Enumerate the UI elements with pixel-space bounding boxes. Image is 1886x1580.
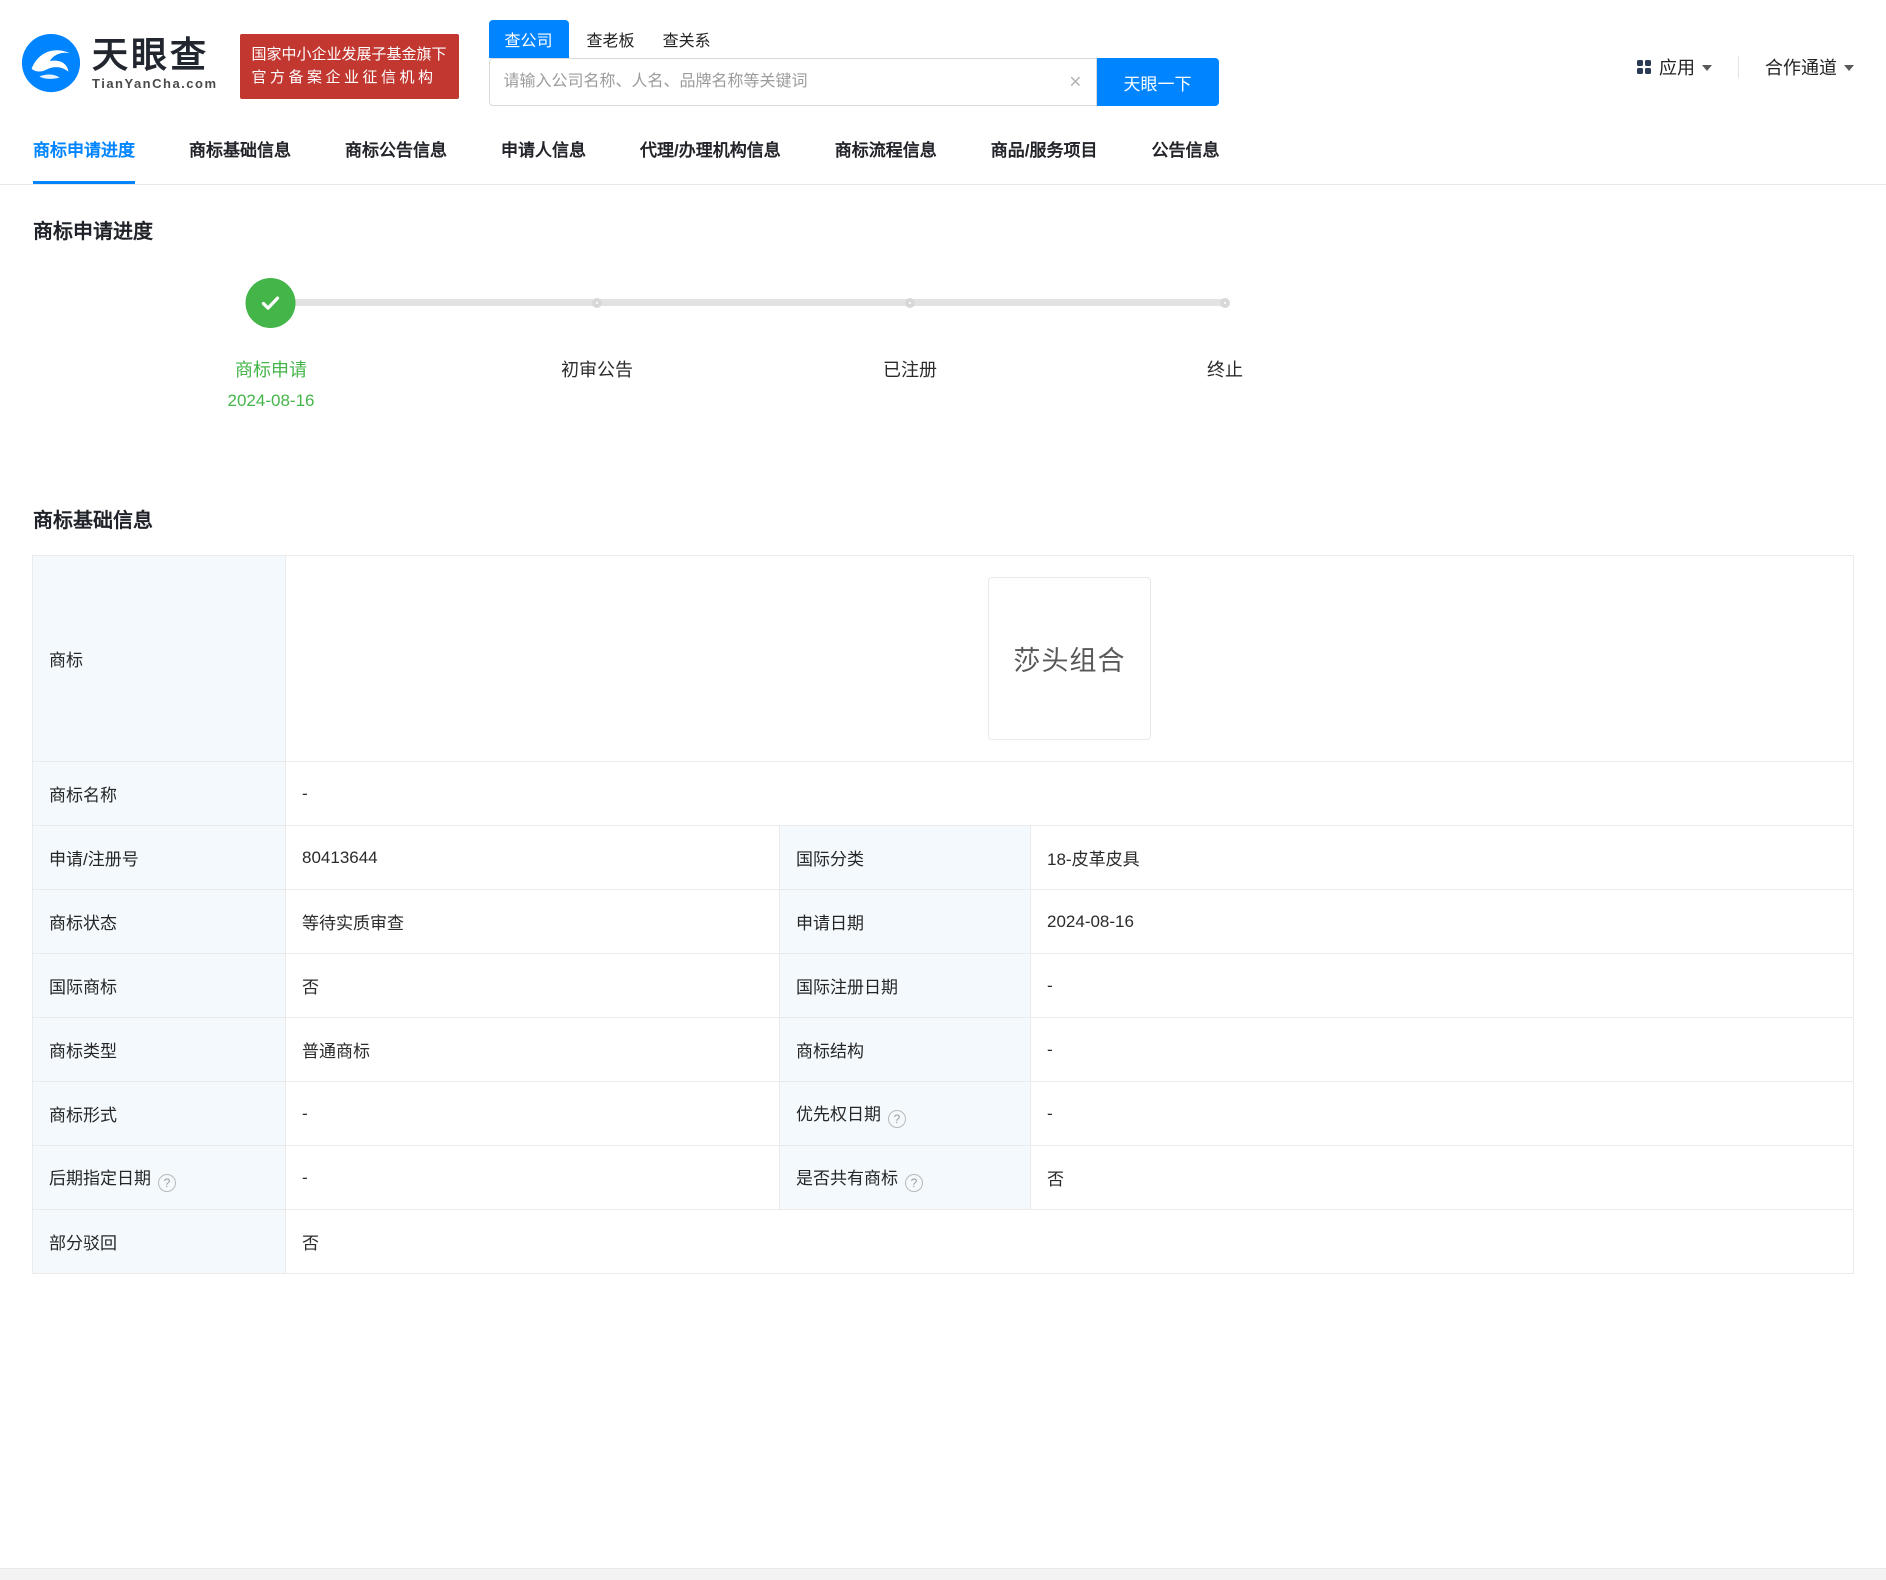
row-value: 80413644 <box>285 825 780 890</box>
row-label: 申请/注册号 <box>32 825 286 890</box>
row-value: 普通商标 <box>285 1017 780 1082</box>
row-value: - <box>285 761 1854 826</box>
tab-process-info[interactable]: 商标流程信息 <box>835 120 937 184</box>
row-label: 国际商标 <box>32 953 286 1018</box>
search-tabs: 查公司 查老板 查关系 <box>488 20 1219 58</box>
pending-circle-icon <box>1220 298 1230 308</box>
trademark-image: 莎头组合 <box>988 577 1151 740</box>
row-label: 国际注册日期 <box>779 953 1031 1018</box>
tab-agency-info[interactable]: 代理/办理机构信息 <box>640 120 781 184</box>
table-row: 申请/注册号 80413644 国际分类 18-皮革皮具 <box>32 825 1854 890</box>
step-label: 商标申请 <box>235 360 307 380</box>
row-value: - <box>285 1081 780 1146</box>
table-row: 商标类型 普通商标 商标结构 - <box>32 1017 1854 1082</box>
help-icon[interactable]: ? <box>905 1173 923 1192</box>
row-label: 商标结构 <box>779 1017 1031 1082</box>
search-tab-company[interactable]: 查公司 <box>488 20 569 58</box>
step-date: 2024-08-16 <box>227 391 315 410</box>
row-value: 18-皮革皮具 <box>1030 825 1854 890</box>
table-row: 商标状态 等待实质审查 申请日期 2024-08-16 <box>32 889 1854 954</box>
row-value: 2024-08-16 <box>1030 889 1854 954</box>
header: 天眼查 TianYanCha.com 国家中小企业发展子基金旗下 官方备案企业征… <box>0 0 1886 120</box>
row-value: - <box>285 1145 780 1210</box>
tab-announcement-info[interactable]: 商标公告信息 <box>345 120 447 184</box>
row-value: - <box>1030 1081 1854 1146</box>
table-row: 部分驳回 否 <box>32 1209 1854 1274</box>
badge-line1: 国家中小企业发展子基金旗下 <box>251 46 447 63</box>
progress-section-title: 商标申请进度 <box>33 221 153 243</box>
row-label: 部分驳回 <box>32 1209 286 1274</box>
row-label: 国际分类 <box>779 825 1031 890</box>
table-row: 商标名称 - <box>32 761 1854 826</box>
step-terminated: 终止 <box>1207 278 1243 382</box>
row-label: 商标名称 <box>32 761 286 826</box>
step-label: 已注册 <box>883 360 937 380</box>
row-label: 商标 <box>32 555 286 762</box>
apps-menu-label: 应用 <box>1659 58 1695 78</box>
cooperation-menu-label: 合作通道 <box>1765 58 1837 78</box>
trademark-image-cell: 莎头组合 <box>285 555 1854 762</box>
help-icon[interactable]: ? <box>888 1109 906 1128</box>
help-icon[interactable]: ? <box>158 1173 176 1192</box>
tianyancha-logo[interactable]: 天眼查 TianYanCha.com <box>20 32 218 94</box>
search-input[interactable] <box>489 59 1096 105</box>
row-value: - <box>1030 953 1854 1018</box>
main-content: 商标申请进度 商标申请 2024-08-16 初审公告 已注册 终止 商标基础信… <box>0 215 1886 1274</box>
chevron-down-icon <box>1844 65 1854 71</box>
basic-info-section-title: 商标基础信息 <box>33 510 153 532</box>
search-area: 查公司 查老板 查关系 × 天眼一下 <box>488 20 1219 106</box>
search-input-box: × <box>488 58 1097 106</box>
table-row: 国际商标 否 国际注册日期 - <box>32 953 1854 1018</box>
tab-goods-services[interactable]: 商品/服务项目 <box>991 120 1098 184</box>
row-label: 优先权日期? <box>779 1081 1031 1146</box>
section-nav: 商标申请进度 商标基础信息 商标公告信息 申请人信息 代理/办理机构信息 商标流… <box>0 120 1886 185</box>
tab-notice-info[interactable]: 公告信息 <box>1151 120 1219 184</box>
row-value: 否 <box>1030 1145 1854 1210</box>
step-registered: 已注册 <box>883 278 937 382</box>
row-value: 否 <box>285 1209 1854 1274</box>
check-circle-icon <box>246 278 296 328</box>
progress-stepper: 商标申请 2024-08-16 初审公告 已注册 终止 <box>0 278 1886 418</box>
logo-title: 天眼查 <box>92 33 210 75</box>
logo-domain: TianYanCha.com <box>92 76 218 92</box>
table-row: 商标 莎头组合 <box>32 555 1854 762</box>
badge-line2: 官方备案企业征信机构 <box>251 69 437 87</box>
pending-circle-icon <box>592 298 602 308</box>
search-tab-boss[interactable]: 查老板 <box>587 20 635 58</box>
header-divider <box>1738 56 1739 78</box>
page: 天眼查 TianYanCha.com 国家中小企业发展子基金旗下 官方备案企业征… <box>0 0 1886 1580</box>
tab-basic-info[interactable]: 商标基础信息 <box>189 120 291 184</box>
apps-grid-icon <box>1637 60 1651 74</box>
row-label: 申请日期 <box>779 889 1031 954</box>
tianyancha-logo-icon <box>21 33 81 93</box>
row-label: 是否共有商标? <box>779 1145 1031 1210</box>
row-label: 商标形式 <box>32 1081 286 1146</box>
step-applied: 商标申请 2024-08-16 <box>227 278 315 411</box>
header-right: 应用 合作通道 <box>1637 54 1854 80</box>
stepper-track <box>271 299 1225 306</box>
tab-application-progress[interactable]: 商标申请进度 <box>33 120 135 184</box>
row-label: 商标类型 <box>32 1017 286 1082</box>
clear-search-icon[interactable]: × <box>1069 72 1081 93</box>
table-row: 商标形式 - 优先权日期? - <box>32 1081 1854 1146</box>
apps-menu[interactable]: 应用 <box>1637 54 1712 80</box>
pending-circle-icon <box>905 298 915 308</box>
footer-divider <box>0 1568 1886 1580</box>
row-label: 后期指定日期? <box>32 1145 286 1210</box>
chevron-down-icon <box>1702 65 1712 71</box>
step-label: 初审公告 <box>561 360 633 380</box>
row-label: 商标状态 <box>32 889 286 954</box>
cooperation-menu[interactable]: 合作通道 <box>1765 54 1854 80</box>
step-preliminary-approval: 初审公告 <box>561 278 633 382</box>
row-value: 等待实质审查 <box>285 889 780 954</box>
row-value: 否 <box>285 953 780 1018</box>
tab-applicant-info[interactable]: 申请人信息 <box>501 120 586 184</box>
certification-badge: 国家中小企业发展子基金旗下 官方备案企业征信机构 <box>239 34 459 99</box>
row-value: - <box>1030 1017 1854 1082</box>
step-label: 终止 <box>1207 360 1243 380</box>
search-tab-relation[interactable]: 查关系 <box>663 20 711 58</box>
search-button[interactable]: 天眼一下 <box>1096 58 1219 106</box>
table-row: 后期指定日期? - 是否共有商标? 否 <box>32 1145 1854 1210</box>
basic-info-table: 商标 莎头组合 商标名称 - 申请/注册号 80413644 国际分类 18-皮… <box>32 555 1854 1274</box>
